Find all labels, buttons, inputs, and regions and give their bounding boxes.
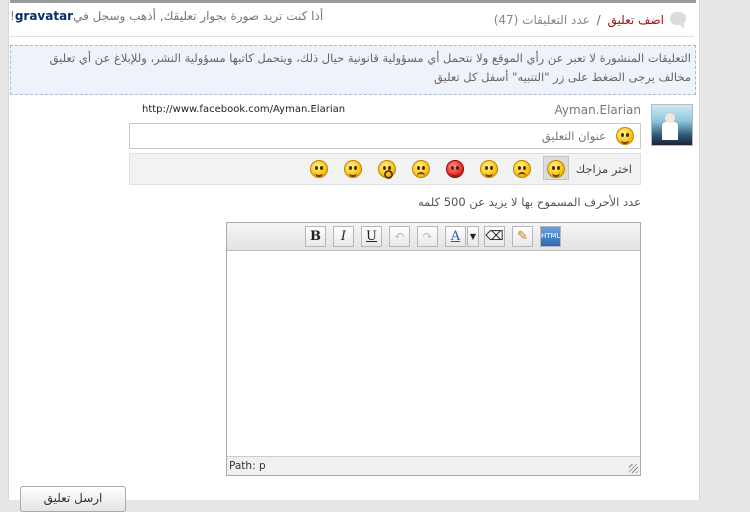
gravatar-hint-text: أذا كنت تريد صورة بجوار تعليقك, أذهب وسج… xyxy=(73,9,324,23)
mood-angry-icon[interactable] xyxy=(446,160,464,178)
title-smiley-icon xyxy=(616,127,634,145)
editor-path-bar: Path: p xyxy=(227,456,640,475)
brush-icon[interactable]: ✎ xyxy=(512,226,533,247)
header-divider xyxy=(10,36,694,37)
avatar-figure-body xyxy=(662,122,678,140)
path-value: p xyxy=(258,460,266,472)
user-avatar xyxy=(651,104,693,146)
mood-wink-icon[interactable] xyxy=(480,160,498,178)
gravatar-hint: أذا كنت تريد صورة بجوار تعليقك, أذهب وسج… xyxy=(10,9,323,23)
comments-count: عدد التعليقات (47) xyxy=(493,13,590,27)
html-source-button[interactable]: HTML xyxy=(540,226,561,247)
resize-grip-icon[interactable] xyxy=(629,464,638,473)
comment-header: اضف تعليق / عدد التعليقات (47) أذا كنت ت… xyxy=(10,6,694,36)
submit-comment-button[interactable]: ارسل تعليق xyxy=(20,486,126,512)
comment-title-input[interactable]: عنوان التعليق xyxy=(129,123,641,149)
rich-text-editor: B I U ↶ ↷ A ▼ ⌫ ✎ HTML Path: p xyxy=(226,222,641,476)
mood-grin-icon[interactable] xyxy=(344,160,362,178)
mood-smile-icon[interactable] xyxy=(547,160,565,178)
header-separator: / xyxy=(596,13,601,27)
bold-button[interactable]: B xyxy=(305,226,326,247)
comment-title-label: عنوان التعليق xyxy=(541,129,606,143)
chevron-down-icon[interactable]: ▼ xyxy=(467,226,479,247)
mood-label: اختر مزاجك xyxy=(575,162,632,176)
path-label: Path: xyxy=(229,460,256,472)
mood-surprised-icon[interactable] xyxy=(378,160,396,179)
comment-header-links: اضف تعليق / عدد التعليقات (47) xyxy=(494,13,664,27)
user-name: Ayman.Elarian xyxy=(554,103,641,117)
comment-text-area[interactable] xyxy=(227,251,640,456)
undo-icon[interactable]: ↶ xyxy=(389,226,410,247)
redo-icon[interactable]: ↷ xyxy=(417,226,438,247)
eraser-icon[interactable]: ⌫ xyxy=(484,226,505,247)
mood-laughing-icon[interactable] xyxy=(310,160,328,178)
avatar-figure-head xyxy=(665,113,675,123)
comment-bubble-icon xyxy=(670,12,686,29)
underline-button[interactable]: U xyxy=(361,226,382,247)
italic-button[interactable]: I xyxy=(333,226,354,247)
user-profile-link[interactable]: http://www.facebook.com/Ayman.Elarian xyxy=(142,104,345,115)
mood-sad-icon[interactable] xyxy=(513,160,531,178)
top-divider xyxy=(10,0,696,3)
mood-worried-icon[interactable] xyxy=(412,160,430,178)
mood-selector: اختر مزاجك xyxy=(129,153,641,185)
path-text: Path: p xyxy=(229,460,266,472)
add-comment-link[interactable]: اضف تعليق xyxy=(608,13,665,27)
editor-toolbar: B I U ↶ ↷ A ▼ ⌫ ✎ HTML xyxy=(227,223,640,251)
gravatar-link[interactable]: gravatar xyxy=(15,9,73,23)
comment-policy-notice: التعليقات المنشورة لا تعبر عن رأي الموقع… xyxy=(10,45,696,95)
font-color-button[interactable]: A xyxy=(445,226,466,247)
character-limit-text: عدد الأحرف المسموح بها لا يزيد عن 500 كل… xyxy=(417,195,641,209)
